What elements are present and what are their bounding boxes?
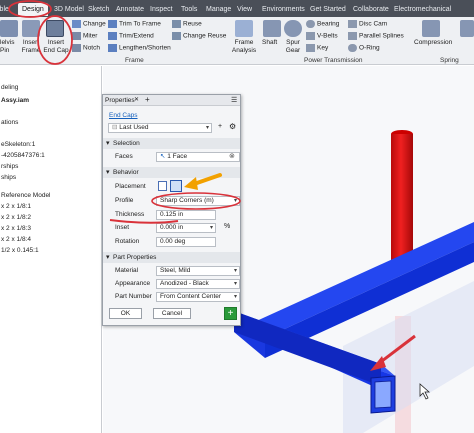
design-tab-highlight: [8, 0, 52, 18]
annotation-overlay: [8, 0, 241, 224]
profile-highlight: [151, 192, 241, 210]
orange-arrow-shaft: [192, 173, 222, 186]
orange-arrowhead: [184, 177, 198, 190]
insert-end-cap-highlight: [37, 15, 73, 65]
thickness-underline: [109, 219, 179, 224]
